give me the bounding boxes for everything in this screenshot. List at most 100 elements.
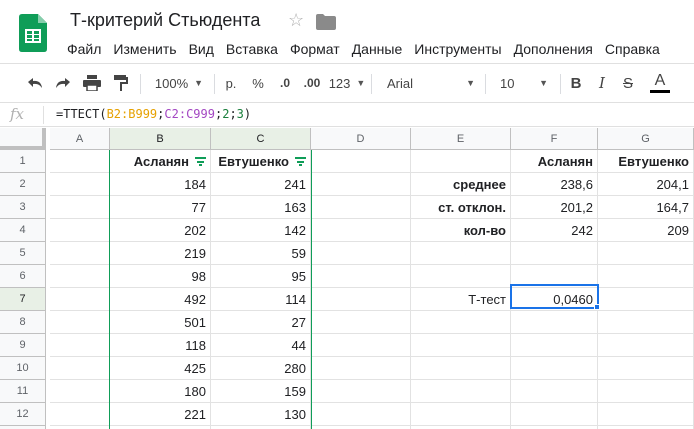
- italic-button[interactable]: I: [592, 64, 612, 102]
- menu-data[interactable]: Данные: [346, 39, 409, 59]
- cell-e2[interactable]: среднее: [411, 173, 511, 196]
- menu-view[interactable]: Вид: [183, 39, 220, 59]
- cell-f10[interactable]: [511, 357, 598, 380]
- cell-e6[interactable]: [411, 265, 511, 288]
- column-header-c[interactable]: C: [211, 128, 311, 150]
- bold-button[interactable]: B: [566, 64, 586, 102]
- cell-g12[interactable]: [598, 403, 694, 426]
- row-header[interactable]: 9: [0, 334, 46, 357]
- menu-edit[interactable]: Изменить: [107, 39, 182, 59]
- menu-tools[interactable]: Инструменты: [408, 39, 507, 59]
- menu-file[interactable]: Файл: [61, 39, 107, 59]
- text-color-button[interactable]: A: [648, 64, 672, 102]
- menu-format[interactable]: Формат: [284, 39, 346, 59]
- cell-g11[interactable]: [598, 380, 694, 403]
- star-icon[interactable]: ☆: [288, 10, 304, 31]
- cell-f1[interactable]: Асланян: [511, 150, 598, 173]
- row-header[interactable]: 4: [0, 219, 46, 242]
- cell-e4[interactable]: кол-во: [411, 219, 511, 242]
- row-header[interactable]: 12: [0, 403, 46, 426]
- document-title[interactable]: Т-критерий Стьюдента: [70, 10, 260, 31]
- cell-g5[interactable]: [598, 242, 694, 265]
- cell-a4[interactable]: [50, 219, 110, 242]
- cell-g4[interactable]: 209: [598, 219, 694, 242]
- row-header[interactable]: 6: [0, 265, 46, 288]
- cell-a1[interactable]: [50, 150, 110, 173]
- cell-d11[interactable]: [311, 380, 411, 403]
- select-all-corner[interactable]: [0, 128, 46, 150]
- cell-e11[interactable]: [411, 380, 511, 403]
- strikethrough-button[interactable]: S: [618, 64, 638, 102]
- cell-e7[interactable]: Т-тест: [411, 288, 511, 311]
- cell-f5[interactable]: [511, 242, 598, 265]
- row-header[interactable]: 7: [0, 288, 46, 311]
- cell-d9[interactable]: [311, 334, 411, 357]
- cell-d12[interactable]: [311, 403, 411, 426]
- cell-e3[interactable]: ст. отклон.: [411, 196, 511, 219]
- column-header-g[interactable]: G: [598, 128, 694, 150]
- column-header-f[interactable]: F: [511, 128, 598, 150]
- row-header[interactable]: 5: [0, 242, 46, 265]
- fill-handle[interactable]: [594, 304, 600, 310]
- cell-e9[interactable]: [411, 334, 511, 357]
- cell-a2[interactable]: [50, 173, 110, 196]
- cell-a10[interactable]: [50, 357, 110, 380]
- row-header[interactable]: 11: [0, 380, 46, 403]
- cell-d3[interactable]: [311, 196, 411, 219]
- cell-f9[interactable]: [511, 334, 598, 357]
- decrease-decimals-button[interactable]: .0: [273, 64, 297, 102]
- cell-d2[interactable]: [311, 173, 411, 196]
- cell-a11[interactable]: [50, 380, 110, 403]
- row-header[interactable]: 2: [0, 173, 46, 196]
- cell-g6[interactable]: [598, 265, 694, 288]
- column-header-b[interactable]: B: [110, 128, 211, 150]
- cell-g8[interactable]: [598, 311, 694, 334]
- cell-a9[interactable]: [50, 334, 110, 357]
- cell-d8[interactable]: [311, 311, 411, 334]
- cell-f2[interactable]: 238,6: [511, 173, 598, 196]
- menu-addons[interactable]: Дополнения: [508, 39, 599, 59]
- menu-insert[interactable]: Вставка: [220, 39, 284, 59]
- cell-f11[interactable]: [511, 380, 598, 403]
- menu-help[interactable]: Справка: [599, 39, 666, 59]
- cell-g9[interactable]: [598, 334, 694, 357]
- row-header[interactable]: 1: [0, 150, 46, 173]
- cell-g7[interactable]: [598, 288, 694, 311]
- cell-e5[interactable]: [411, 242, 511, 265]
- cell-g1[interactable]: Евтушенко: [598, 150, 694, 173]
- cell-d4[interactable]: [311, 219, 411, 242]
- cell-d1[interactable]: [311, 150, 411, 173]
- cell-f12[interactable]: [511, 403, 598, 426]
- cell-e12[interactable]: [411, 403, 511, 426]
- undo-icon[interactable]: [22, 64, 48, 102]
- row-header[interactable]: 10: [0, 357, 46, 380]
- zoom-select[interactable]: 100% ▼: [148, 64, 210, 102]
- cell-f4[interactable]: 242: [511, 219, 598, 242]
- cell-a12[interactable]: [50, 403, 110, 426]
- cell-g10[interactable]: [598, 357, 694, 380]
- cell-a3[interactable]: [50, 196, 110, 219]
- sheets-logo[interactable]: [19, 14, 47, 52]
- currency-button[interactable]: р.: [220, 64, 242, 102]
- increase-decimals-button[interactable]: .00: [299, 64, 325, 102]
- cell-d10[interactable]: [311, 357, 411, 380]
- cell-a7[interactable]: [50, 288, 110, 311]
- column-header-e[interactable]: E: [411, 128, 511, 150]
- cell-f8[interactable]: [511, 311, 598, 334]
- formula-input[interactable]: =ТТЕСТ(B2:B999;C2:C999;2;3): [56, 107, 251, 121]
- font-select[interactable]: Arial ▼: [381, 64, 481, 102]
- font-size-select[interactable]: 10 ▼: [494, 64, 554, 102]
- cell-e1[interactable]: [411, 150, 511, 173]
- print-icon[interactable]: [79, 64, 105, 102]
- cell-e8[interactable]: [411, 311, 511, 334]
- cell-a6[interactable]: [50, 265, 110, 288]
- column-header-a[interactable]: A: [50, 128, 110, 150]
- paint-format-icon[interactable]: [108, 64, 134, 102]
- more-formats-button[interactable]: 123 ▼: [329, 64, 366, 102]
- cell-g3[interactable]: 164,7: [598, 196, 694, 219]
- column-header-d[interactable]: D: [311, 128, 411, 150]
- percent-button[interactable]: %: [248, 64, 268, 102]
- cell-d5[interactable]: [311, 242, 411, 265]
- cell-a8[interactable]: [50, 311, 110, 334]
- cell-d6[interactable]: [311, 265, 411, 288]
